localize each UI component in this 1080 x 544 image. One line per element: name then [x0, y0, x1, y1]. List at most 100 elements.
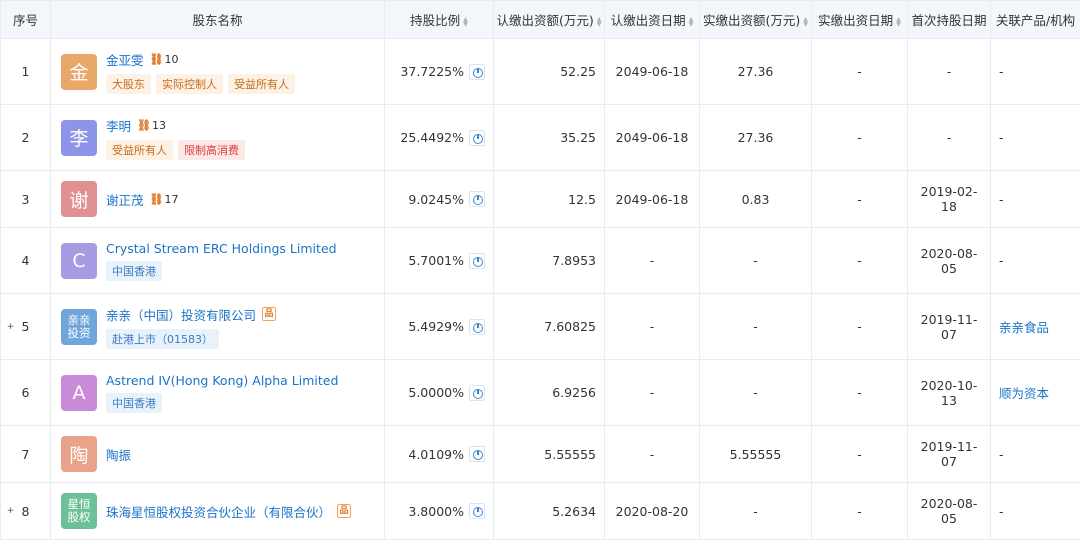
table-row[interactable]: +5 亲亲 投资 亲亲（中国）投资有限公司品赴港上市（01583） 5.4929% 7.6… — [0, 293, 1080, 360]
holder-name-link[interactable]: Astrend IV(Hong Kong) Alpha Limited — [106, 373, 338, 388]
holder-wrap: C Crystal Stream ERC Holdings Limited 中国香港 — [51, 241, 384, 281]
avatar[interactable]: 陶 — [61, 436, 97, 472]
expand-icon[interactable]: + — [6, 320, 15, 334]
col-header-subscribed-date[interactable]: 认缴出资日期 ▲ ▼ — [604, 0, 700, 39]
paid-amount-cell: - — [699, 359, 812, 426]
paid-amount-cell: - — [699, 482, 812, 540]
sort-icon[interactable]: ▲ ▼ — [689, 16, 694, 27]
avatar-text: 股权 — [67, 510, 91, 524]
row-index-cell: +8 — [0, 482, 51, 540]
table-row[interactable]: 3 谢谢正茂 ⛓ 17 9.0245% 12.5 2049-06-18 0.83 - 2019-0… — [0, 170, 1080, 228]
avatar[interactable]: 谢 — [61, 181, 97, 217]
equity-chain-badge[interactable]: ⛓ 10 — [150, 53, 179, 66]
equity-chain-badge[interactable]: ⛓ 13 — [137, 119, 166, 132]
ratio-chart-icon[interactable] — [469, 318, 485, 335]
avatar[interactable]: 李 — [61, 119, 97, 156]
expand-icon[interactable]: + — [6, 504, 15, 518]
org-structure-icon[interactable]: 品 — [262, 307, 277, 321]
ratio-chart-icon[interactable] — [469, 129, 485, 146]
col-header-subscribed-amount[interactable]: 认缴出资额(万元) ▲ ▼ — [493, 0, 605, 39]
ratio-chart-icon[interactable] — [469, 63, 485, 80]
table-row[interactable]: +8 星恒 股权 珠海星恒股权投资合伙企业（有限合伙） 品 3.8000% 5.2634 20… — [0, 482, 1080, 540]
related-value: - — [999, 130, 1004, 145]
ratio-cell: 5.4929% — [384, 293, 494, 360]
related-cell: - — [990, 425, 1080, 483]
holder-name-link[interactable]: 李明 — [106, 116, 131, 135]
col-header-paid-date[interactable]: 实缴出资日期 ▲ ▼ — [811, 0, 908, 39]
ratio-value: 25.4492% — [400, 130, 464, 145]
sort-icon[interactable]: ▲ ▼ — [803, 16, 808, 27]
paid-date-value: - — [857, 319, 862, 334]
table-row[interactable]: 6 A Astrend IV(Hong Kong) Alpha Limited 中国香… — [0, 359, 1080, 426]
paid-date-value: - — [857, 64, 862, 79]
subscribed-date-cell: 2049-06-18 — [604, 38, 700, 105]
avatar[interactable]: 金 — [61, 53, 97, 90]
equity-chain-icon: ⛓ — [149, 192, 164, 206]
holder-cell: 陶陶振 — [50, 425, 385, 483]
col-header-paid-amount[interactable]: 实缴出资额(万元) ▲ ▼ — [699, 0, 812, 39]
subscribed-amount-value: 52.25 — [560, 64, 596, 79]
shareholder-table: 序号 股东名称 持股比例 ▲ ▼ 认缴出资额(万元) ▲ ▼ 认缴出资日期 ▲ ▼ 实缴出资… — [0, 0, 1080, 540]
avatar[interactable]: A — [61, 374, 97, 411]
row-index: 6 — [21, 385, 30, 400]
holder-cell: A Astrend IV(Hong Kong) Alpha Limited 中国香港 — [50, 359, 385, 426]
ratio-value: 37.7225% — [400, 64, 464, 79]
subscribed-date-value: - — [649, 446, 655, 462]
first-date-value: - — [946, 64, 952, 79]
table-row[interactable]: 1 金金亚雯 ⛓ 10 大股东 实际控制人 受益所有人 37.7225% 52.25 2049-0… — [0, 38, 1080, 105]
paid-date-value: - — [857, 385, 862, 400]
related-link[interactable]: 亲亲食品 — [999, 320, 1049, 335]
equity-chain-count: 13 — [151, 118, 166, 132]
holder-name-link[interactable]: 陶振 — [106, 445, 131, 464]
holder-name-link[interactable]: 亲亲（中国）投资有限公司 — [106, 305, 256, 324]
holder-wrap: 谢谢正茂 ⛓ 17 — [51, 181, 384, 217]
holder-name-line: 谢正茂 ⛓ 17 — [106, 190, 178, 209]
subscribed-date-value: - — [649, 385, 655, 400]
avatar-text: 金 — [69, 62, 89, 84]
paid-date-value: - — [857, 503, 862, 519]
sort-icon[interactable]: ▲ ▼ — [896, 16, 901, 27]
col-header-related: 关联产品/机构 — [990, 0, 1080, 39]
row-index: 8 — [21, 503, 30, 519]
ratio-cell: 37.7225% — [384, 38, 494, 105]
first-date-value: 2020-10-13 — [920, 377, 978, 408]
holder-name-link[interactable]: 金亚雯 — [106, 50, 144, 69]
sort-icon[interactable]: ▲ ▼ — [463, 16, 468, 27]
avatar[interactable]: 亲亲 投资 — [61, 308, 97, 345]
ratio-wrap: 25.4492% — [393, 129, 485, 146]
paid-amount-value: 0.83 — [741, 191, 770, 207]
equity-chain-badge[interactable]: ⛓ 17 — [150, 193, 179, 206]
row-index-cell: 4 — [0, 227, 51, 294]
paid-amount-cell: 27.36 — [699, 38, 812, 105]
avatar-text: A — [72, 381, 86, 404]
equity-chain-count: 17 — [164, 192, 179, 206]
col-header-ratio[interactable]: 持股比例 ▲ ▼ — [384, 0, 494, 39]
table-row[interactable]: 2 李李明 ⛓ 13 受益所有人 限制高消费 25.4492% 35.25 2049-06-18… — [0, 104, 1080, 171]
ratio-chart-icon[interactable] — [469, 191, 485, 207]
first-date-cell: 2020-08-05 — [907, 227, 991, 294]
holder-wrap: 亲亲 投资 亲亲（中国）投资有限公司品赴港上市（01583） — [51, 305, 384, 349]
holder-name-link[interactable]: Crystal Stream ERC Holdings Limited — [106, 241, 337, 256]
holder-name-link[interactable]: 珠海星恒股权投资合伙企业（有限合伙） — [106, 502, 331, 521]
subscribed-amount-value: 7.8953 — [552, 253, 596, 268]
avatar[interactable]: 星恒 股权 — [61, 493, 97, 529]
sort-icon[interactable]: ▲ ▼ — [597, 16, 602, 27]
related-cell: - — [990, 482, 1080, 540]
avatar[interactable]: C — [61, 242, 97, 279]
table-row[interactable]: 4 C Crystal Stream ERC Holdings Limited 中国香… — [0, 227, 1080, 294]
first-date-value: 2020-08-05 — [920, 496, 978, 526]
ratio-chart-icon[interactable] — [469, 446, 485, 462]
ratio-chart-icon[interactable] — [469, 252, 485, 269]
related-value: - — [999, 253, 1004, 268]
holder-info: 李明 ⛓ 13 受益所有人 限制高消费 — [106, 116, 245, 160]
ratio-chart-icon[interactable] — [469, 384, 485, 401]
subscribed-date-cell: - — [604, 293, 700, 360]
ratio-chart-icon[interactable] — [469, 503, 485, 519]
paid-date-value: - — [857, 130, 862, 145]
ratio-cell: 5.7001% — [384, 227, 494, 294]
org-structure-icon[interactable]: 品 — [337, 504, 352, 518]
holder-name-link[interactable]: 谢正茂 — [106, 190, 144, 209]
first-date-value: 2019-11-07 — [920, 439, 978, 469]
related-link[interactable]: 顺为资本 — [999, 386, 1049, 401]
table-row[interactable]: 7 陶陶振 4.0109% 5.55555 - 5.55555 - 2019-11-07 - — [0, 425, 1080, 483]
